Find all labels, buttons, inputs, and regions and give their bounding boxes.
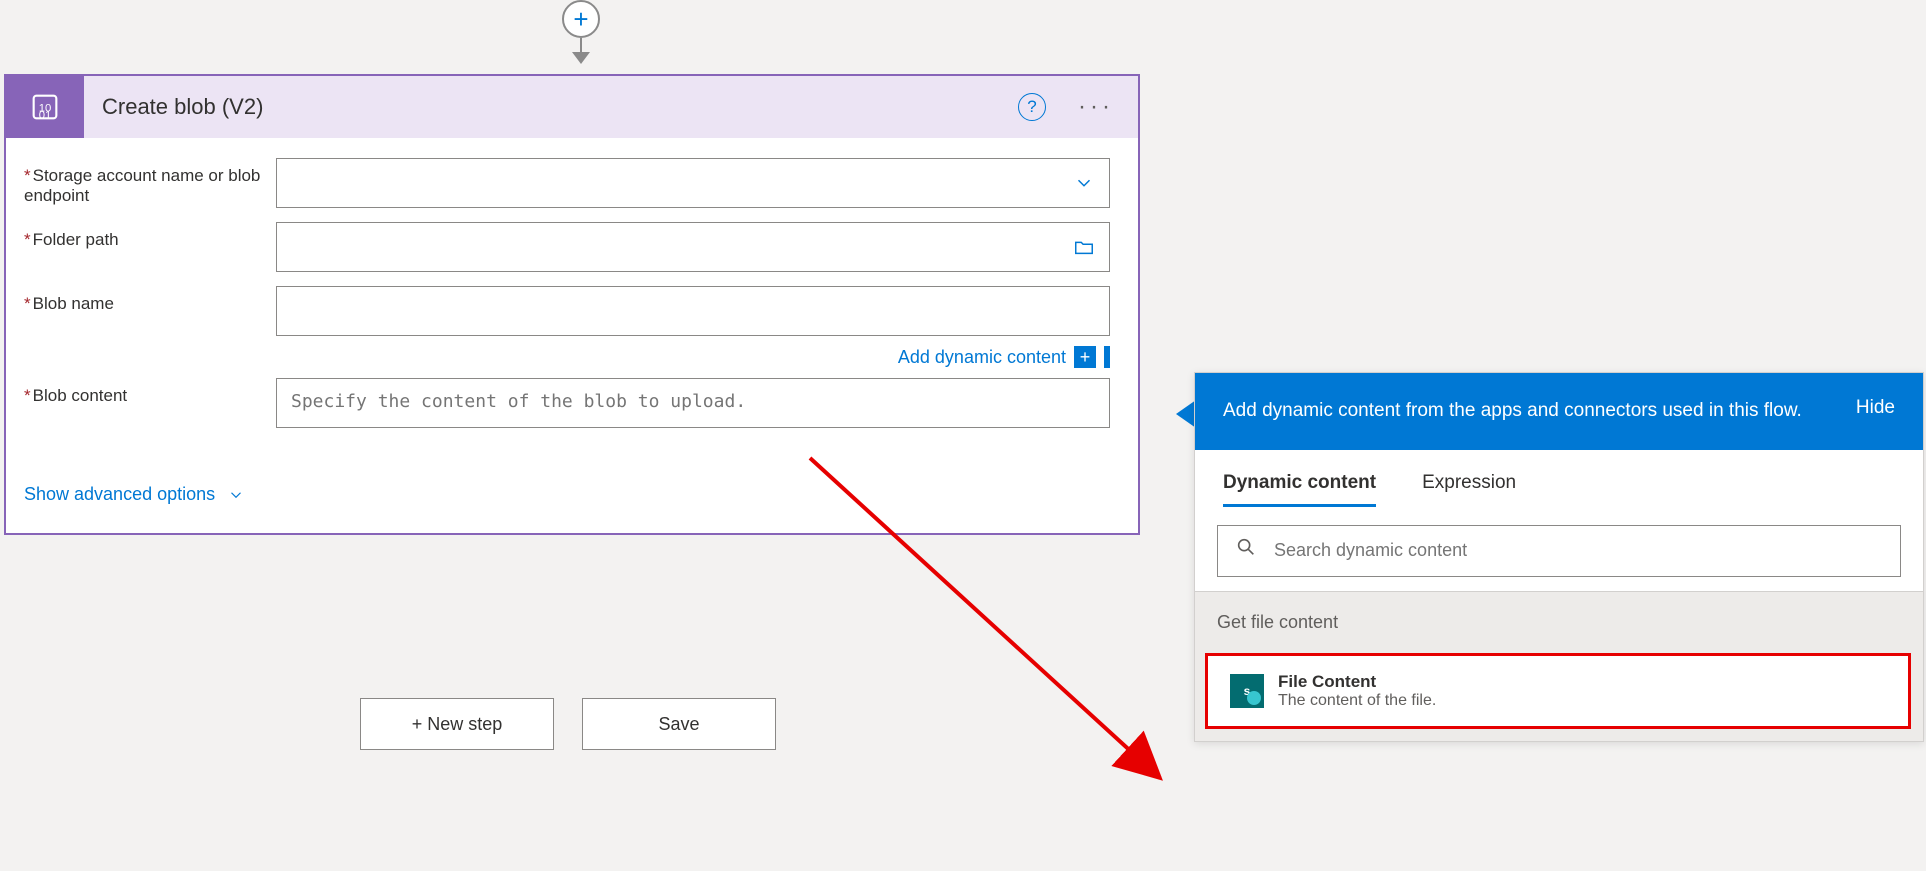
field-label: *Blob content	[24, 378, 276, 406]
new-step-button[interactable]: + New step	[360, 698, 554, 750]
item-text: File Content The content of the file.	[1278, 672, 1436, 710]
connector-arrow-icon	[572, 52, 590, 64]
card-body: *Storage account name or blob endpoint *…	[6, 138, 1138, 533]
blob-content-input[interactable]	[276, 378, 1110, 428]
tab-dynamic-content[interactable]: Dynamic content	[1223, 472, 1376, 507]
field-label: *Folder path	[24, 222, 276, 250]
item-title: File Content	[1278, 672, 1436, 692]
connector-line	[580, 38, 582, 52]
blob-name-input[interactable]	[276, 286, 1110, 336]
field-blob-name: *Blob name	[24, 286, 1110, 336]
panel-tabs: Dynamic content Expression	[1195, 450, 1923, 507]
help-icon[interactable]: ?	[1018, 93, 1046, 121]
dropdown-chevron-icon[interactable]	[1070, 169, 1098, 197]
item-desc: The content of the file.	[1278, 692, 1436, 710]
required-indicator: *	[24, 386, 31, 405]
hide-panel-button[interactable]: Hide	[1856, 397, 1895, 426]
panel-header-text: Add dynamic content from the apps and co…	[1223, 397, 1832, 426]
blob-connector-icon: 10 01	[6, 76, 84, 138]
svg-text:01: 01	[39, 109, 52, 121]
panel-body[interactable]: Get file content s File Content The cont…	[1195, 591, 1923, 741]
add-step-button[interactable]: +	[562, 0, 600, 38]
search-icon	[1235, 536, 1257, 562]
tab-expression[interactable]: Expression	[1422, 472, 1516, 507]
field-label: *Storage account name or blob endpoint	[24, 158, 276, 206]
action-buttons: + New step Save	[0, 698, 1136, 750]
chevron-down-icon	[227, 486, 245, 504]
show-advanced-options-link[interactable]: Show advanced options	[24, 484, 245, 505]
dynamic-content-group-title: Get file content	[1195, 592, 1923, 653]
connector: +	[562, 0, 600, 64]
add-dynamic-content-plus-icon[interactable]: +	[1074, 346, 1096, 368]
canvas: + 10 01 Create blob (V2) ? ··· *Storage …	[0, 0, 1926, 871]
add-dynamic-content-row: Add dynamic content +	[276, 346, 1110, 368]
field-label: *Blob name	[24, 286, 276, 314]
required-indicator: *	[24, 166, 31, 185]
panel-header: Add dynamic content from the apps and co…	[1195, 373, 1923, 450]
card-title: Create blob (V2)	[84, 94, 1018, 120]
panel-callout-arrow-icon	[1176, 400, 1196, 428]
dynamic-content-item-file-content[interactable]: s File Content The content of the file.	[1205, 653, 1911, 729]
search-input[interactable]	[1217, 525, 1901, 577]
add-dynamic-content-link[interactable]: Add dynamic content	[898, 347, 1066, 368]
save-button[interactable]: Save	[582, 698, 776, 750]
required-indicator: *	[24, 230, 31, 249]
field-storage-account: *Storage account name or blob endpoint	[24, 158, 1110, 208]
required-indicator: *	[24, 294, 31, 313]
more-menu-button[interactable]: ···	[1078, 93, 1138, 121]
folder-picker-icon[interactable]	[1070, 233, 1098, 261]
sharepoint-icon: s	[1230, 674, 1264, 708]
card-header[interactable]: 10 01 Create blob (V2) ? ···	[6, 76, 1138, 138]
field-blob-content: *Blob content	[24, 378, 1110, 432]
field-folder-path: *Folder path	[24, 222, 1110, 272]
folder-path-input[interactable]	[276, 222, 1110, 272]
storage-account-input[interactable]	[276, 158, 1110, 208]
search-wrap	[1195, 507, 1923, 591]
action-card: 10 01 Create blob (V2) ? ··· *Storage ac…	[4, 74, 1140, 535]
dynamic-content-panel: Add dynamic content from the apps and co…	[1194, 372, 1924, 742]
add-dynamic-content-bar	[1104, 346, 1110, 368]
